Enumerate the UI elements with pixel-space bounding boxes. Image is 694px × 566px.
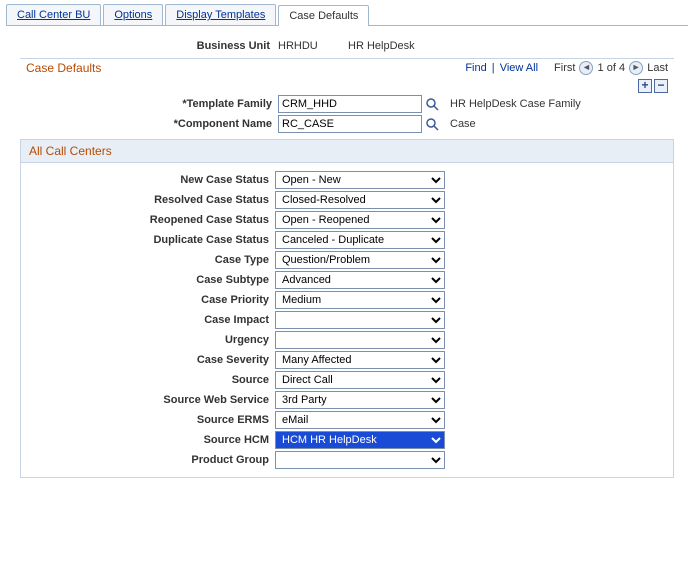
srcWeb-select[interactable]: 3rd Party <box>275 391 445 409</box>
find-link[interactable]: Find <box>465 62 486 74</box>
srcHcm-label: Source HCM <box>21 434 275 446</box>
component-name-label: *Component Name <box>20 118 278 130</box>
srcErms-select[interactable]: eMail <box>275 411 445 429</box>
business-unit-row: Business Unit HRHDU HR HelpDesk <box>0 26 694 58</box>
resolved-label: Resolved Case Status <box>21 194 275 206</box>
component-name-input[interactable] <box>278 115 422 133</box>
case-defaults-header: Case Defaults Find | View All First ◄ 1 … <box>20 58 674 77</box>
impact-label: Case Impact <box>21 314 275 326</box>
business-unit-name: HR HelpDesk <box>348 40 415 52</box>
srcWeb-label: Source Web Service <box>21 394 275 406</box>
caseType-label: Case Type <box>21 254 275 266</box>
impact-select[interactable] <box>275 311 445 329</box>
priority-label: Case Priority <box>21 294 275 306</box>
business-unit-label: Business Unit <box>0 40 278 52</box>
add-row-button[interactable]: + <box>638 79 652 93</box>
row-counter: 1 of 4 <box>598 62 626 74</box>
reopened-select[interactable]: Open - Reopened <box>275 211 445 229</box>
tab-display-templates[interactable]: Display Templates <box>165 4 276 25</box>
lookup-icon[interactable] <box>424 116 440 132</box>
all-call-centers-section: All Call Centers New Case StatusOpen - N… <box>20 139 674 478</box>
source-label: Source <box>21 374 275 386</box>
next-icon[interactable]: ► <box>629 61 643 75</box>
priority-select[interactable]: Medium <box>275 291 445 309</box>
add-remove-controls: + − <box>0 77 694 93</box>
tab-call-center-bu[interactable]: Call Center BU <box>6 4 101 25</box>
duplicate-select[interactable]: Canceled - Duplicate <box>275 231 445 249</box>
newStatus-label: New Case Status <box>21 174 275 186</box>
remove-row-button[interactable]: − <box>654 79 668 93</box>
caseType-select[interactable]: Question/Problem <box>275 251 445 269</box>
prodGrp-select[interactable] <box>275 451 445 469</box>
view-all-link[interactable]: View All <box>500 62 538 74</box>
urgency-label: Urgency <box>21 334 275 346</box>
first-label: First <box>554 62 575 74</box>
prodGrp-label: Product Group <box>21 454 275 466</box>
section-title: Case Defaults <box>26 61 101 75</box>
urgency-select[interactable] <box>275 331 445 349</box>
subsection-title: All Call Centers <box>21 140 673 163</box>
newStatus-select[interactable]: Open - New <box>275 171 445 189</box>
subtype-select[interactable]: Advanced <box>275 271 445 289</box>
srcErms-label: Source ERMS <box>21 414 275 426</box>
subtype-label: Case Subtype <box>21 274 275 286</box>
srcHcm-select[interactable]: HCM HR HelpDesk <box>275 431 445 449</box>
last-label: Last <box>647 62 668 74</box>
business-unit-code: HRHDU <box>278 40 348 52</box>
severity-select[interactable]: Many Affected <box>275 351 445 369</box>
duplicate-label: Duplicate Case Status <box>21 234 275 246</box>
source-select[interactable]: Direct Call <box>275 371 445 389</box>
template-family-label: *Template Family <box>20 98 278 110</box>
component-name-desc: Case <box>450 118 476 130</box>
tab-options[interactable]: Options <box>103 4 163 25</box>
lookup-icon[interactable] <box>424 96 440 112</box>
resolved-select[interactable]: Closed-Resolved <box>275 191 445 209</box>
separator: | <box>489 62 498 74</box>
template-family-desc: HR HelpDesk Case Family <box>450 98 581 110</box>
prev-icon[interactable]: ◄ <box>579 61 593 75</box>
template-family-input[interactable] <box>278 95 422 113</box>
tab-case-defaults[interactable]: Case Defaults <box>278 5 369 26</box>
tab-bar: Call Center BU Options Display Templates… <box>6 4 688 26</box>
severity-label: Case Severity <box>21 354 275 366</box>
reopened-label: Reopened Case Status <box>21 214 275 226</box>
